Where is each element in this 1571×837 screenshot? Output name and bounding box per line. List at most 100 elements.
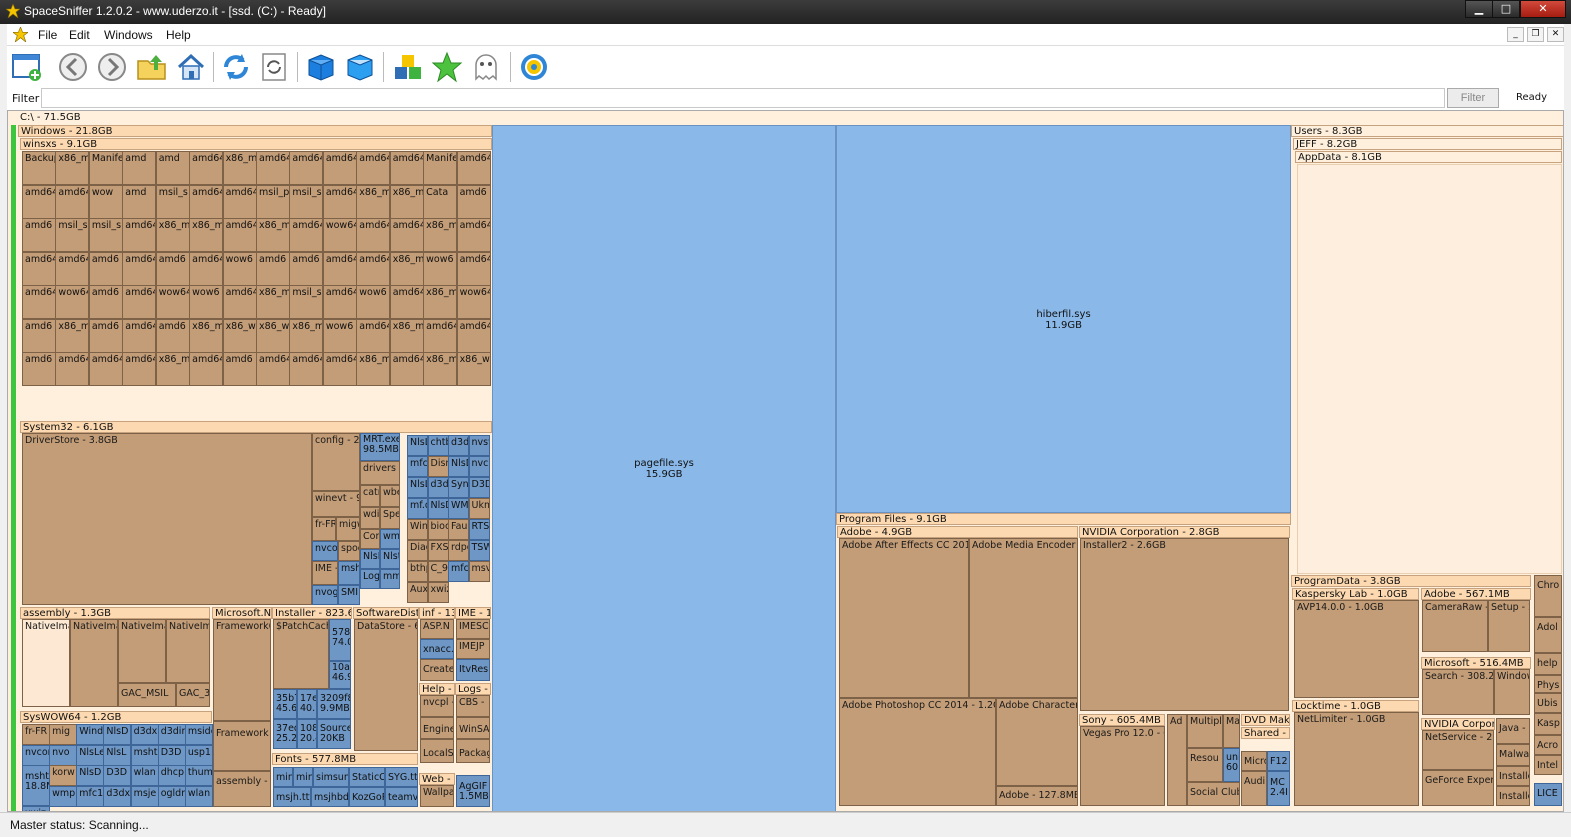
netservice-folder[interactable]: NetService - 27 xyxy=(1422,730,1494,770)
avp-folder[interactable]: AVP14.0.0 - 1.0GB xyxy=(1294,600,1419,698)
winsxs-item[interactable]: amd64 xyxy=(423,318,458,353)
system32-item[interactable]: WMV xyxy=(448,498,469,519)
winsxs-item[interactable]: amd64 xyxy=(122,218,157,252)
syswow64-item[interactable]: mfc1 xyxy=(76,785,105,807)
winsxs-item[interactable]: amd6 xyxy=(88,285,123,319)
winsxs-item[interactable]: wow64 xyxy=(322,218,357,252)
logs-folder[interactable]: Logs - 9 xyxy=(455,683,491,695)
syswow64-item[interactable]: NlsD xyxy=(103,724,132,745)
font-file[interactable]: msjh.ttf xyxy=(273,787,311,807)
ad-folder[interactable]: Ad xyxy=(1167,714,1187,806)
localse-folder[interactable]: LocalSe xyxy=(420,739,454,763)
intel-folder[interactable]: Intel xyxy=(1534,755,1562,775)
winsxs-item[interactable]: amd64 xyxy=(22,184,56,219)
system32-folder[interactable]: System32 - 6.1GB xyxy=(20,421,492,433)
system32-item[interactable]: NlsLe xyxy=(407,435,428,456)
wallpaper-folder[interactable]: Wallpa xyxy=(420,785,454,807)
system32-item[interactable]: FXS1 xyxy=(427,540,449,561)
packag-folder[interactable]: Packag xyxy=(456,739,490,763)
new-window-icon[interactable] xyxy=(11,51,43,83)
ime2-folder[interactable]: IME - 1 xyxy=(455,607,491,619)
createl-folder[interactable]: Createl xyxy=(420,659,454,681)
aggif-file[interactable]: AgGIF 1.5MB xyxy=(456,775,490,807)
font-file[interactable]: KozGoP xyxy=(349,787,385,807)
winevt-folder[interactable]: winevt - 9 xyxy=(312,491,360,517)
winsxs-item[interactable]: amd64 xyxy=(456,218,491,252)
winsxs-item[interactable]: amd64 xyxy=(55,184,90,219)
root-label[interactable]: C:\ - 71.5GB xyxy=(18,112,1563,124)
system32-item[interactable]: RTSI xyxy=(468,519,490,540)
users-folder[interactable]: Users - 8.3GB xyxy=(1291,125,1563,137)
winsxs-item[interactable]: amd64 xyxy=(88,352,123,386)
nvidia-program-folder[interactable]: NVIDIA Corporation - 2.8GB xyxy=(1079,526,1290,538)
winsxs-item[interactable]: Manifests - 2 xyxy=(423,151,458,185)
imejp-folder[interactable]: IMEJP xyxy=(456,639,490,659)
ime-folder[interactable]: IME - xyxy=(312,561,338,585)
system32-item[interactable]: bthpo xyxy=(407,561,428,582)
system32-item[interactable]: mfc1 xyxy=(407,456,428,477)
winsxs-item[interactable]: amd64 xyxy=(189,151,224,185)
system32-item[interactable]: Ukmc xyxy=(468,498,490,519)
assembly2-folder[interactable]: assembly - 1 xyxy=(213,771,271,807)
gac-msil-folder[interactable]: GAC_MSIL xyxy=(118,683,176,707)
appdata-folder[interactable]: AppData - 8.1GB xyxy=(1295,151,1562,163)
ghost-icon[interactable] xyxy=(470,51,502,83)
syswow64-item[interactable]: NlsD xyxy=(76,765,105,786)
cameraraw-folder[interactable]: CameraRaw - xyxy=(1422,600,1488,652)
winsxs-item[interactable]: x86_w xyxy=(256,318,290,353)
system32-item[interactable]: d3dx xyxy=(448,435,469,456)
winsxs-item[interactable]: amd64_ xyxy=(55,251,90,286)
winsxs-item[interactable]: msil_s xyxy=(88,218,123,252)
cbs-folder[interactable]: CBS - xyxy=(456,695,490,717)
vegas-pro-folder[interactable]: Vegas Pro 12.0 - 60 xyxy=(1080,726,1165,806)
winsxs-item[interactable]: x86_m xyxy=(55,318,90,353)
winsxs-item[interactable]: amd6 xyxy=(22,218,56,252)
assembly-folder[interactable]: assembly - 1.3GB xyxy=(20,607,210,619)
syswow64-item[interactable]: msidc xyxy=(184,724,213,745)
installer-108-file[interactable]: 10820.4 xyxy=(297,719,317,749)
config-folder[interactable]: config - 225 xyxy=(312,433,360,491)
winsxs-item[interactable]: amd6 xyxy=(88,318,123,353)
minimize-button[interactable]: ▁ xyxy=(1465,0,1493,18)
winsxs-item[interactable]: amd64 xyxy=(189,251,224,286)
system32-item[interactable]: nvsv xyxy=(468,435,490,456)
winsxs-item[interactable]: x86_m xyxy=(189,318,224,353)
font-file[interactable]: SYG.ttf xyxy=(385,767,418,787)
winsxs-item[interactable]: amd64 xyxy=(289,218,324,252)
adobe-data-folder[interactable]: Adobe - 567.1MB xyxy=(1421,588,1531,600)
winsxs-item[interactable]: wow6 xyxy=(222,251,257,286)
winsxs-item[interactable]: amd64 xyxy=(189,352,224,386)
winsxs-item[interactable]: Cata xyxy=(423,184,458,219)
boxes-icon[interactable] xyxy=(392,51,424,83)
windows-data-folder[interactable]: Windows xyxy=(1494,669,1530,715)
winsxs-item[interactable]: amd64 xyxy=(389,285,424,319)
nvidia-data-folder[interactable]: NVIDIA Corpora xyxy=(1421,718,1495,730)
framework-folder[interactable]: Framework - xyxy=(213,721,271,771)
license-file[interactable]: LICE xyxy=(1534,783,1562,806)
winsxs-item[interactable]: wow6 xyxy=(189,285,224,319)
refresh-all-icon[interactable] xyxy=(258,51,290,83)
mal-folder[interactable]: Mal xyxy=(1223,714,1240,748)
gac-3-folder[interactable]: GAC_3 xyxy=(176,683,210,707)
winsxs-item[interactable]: amd64 xyxy=(322,184,357,219)
syswow64-item[interactable]: NlsL xyxy=(103,744,132,766)
syswow64-item[interactable]: d3dir xyxy=(157,724,186,745)
aspnet-folder[interactable]: ASP.N xyxy=(420,619,454,639)
winsxs-item[interactable]: amd64 xyxy=(122,285,157,319)
winsxs-item[interactable]: wow6 xyxy=(356,285,391,319)
social-club-folder[interactable]: Social Club xyxy=(1187,782,1240,806)
winsxs-item[interactable]: amd64 xyxy=(322,285,357,319)
zoom-out-cube-icon[interactable] xyxy=(344,51,376,83)
adobe-program-folder[interactable]: Adobe - 4.9GB xyxy=(837,526,1078,538)
installer-17e-file[interactable]: 17e40.7 xyxy=(297,689,317,719)
system32-item[interactable]: nvcu xyxy=(468,456,490,477)
winsxs-item[interactable]: amd64 xyxy=(456,251,491,286)
nvogl-file[interactable]: nvogl xyxy=(312,585,338,605)
system32-item[interactable]: NlsLe xyxy=(407,477,428,498)
search-folder[interactable]: Search - 308.2 xyxy=(1422,669,1494,715)
winsxs-item[interactable]: amd64_microsoft-w xyxy=(456,151,491,185)
system32-item[interactable]: Wind xyxy=(407,519,428,540)
syswow64-item[interactable]: D3D xyxy=(103,765,132,786)
font-file[interactable]: msjhbd. xyxy=(311,787,349,807)
winsxs-item[interactable]: amd64 xyxy=(322,352,357,386)
